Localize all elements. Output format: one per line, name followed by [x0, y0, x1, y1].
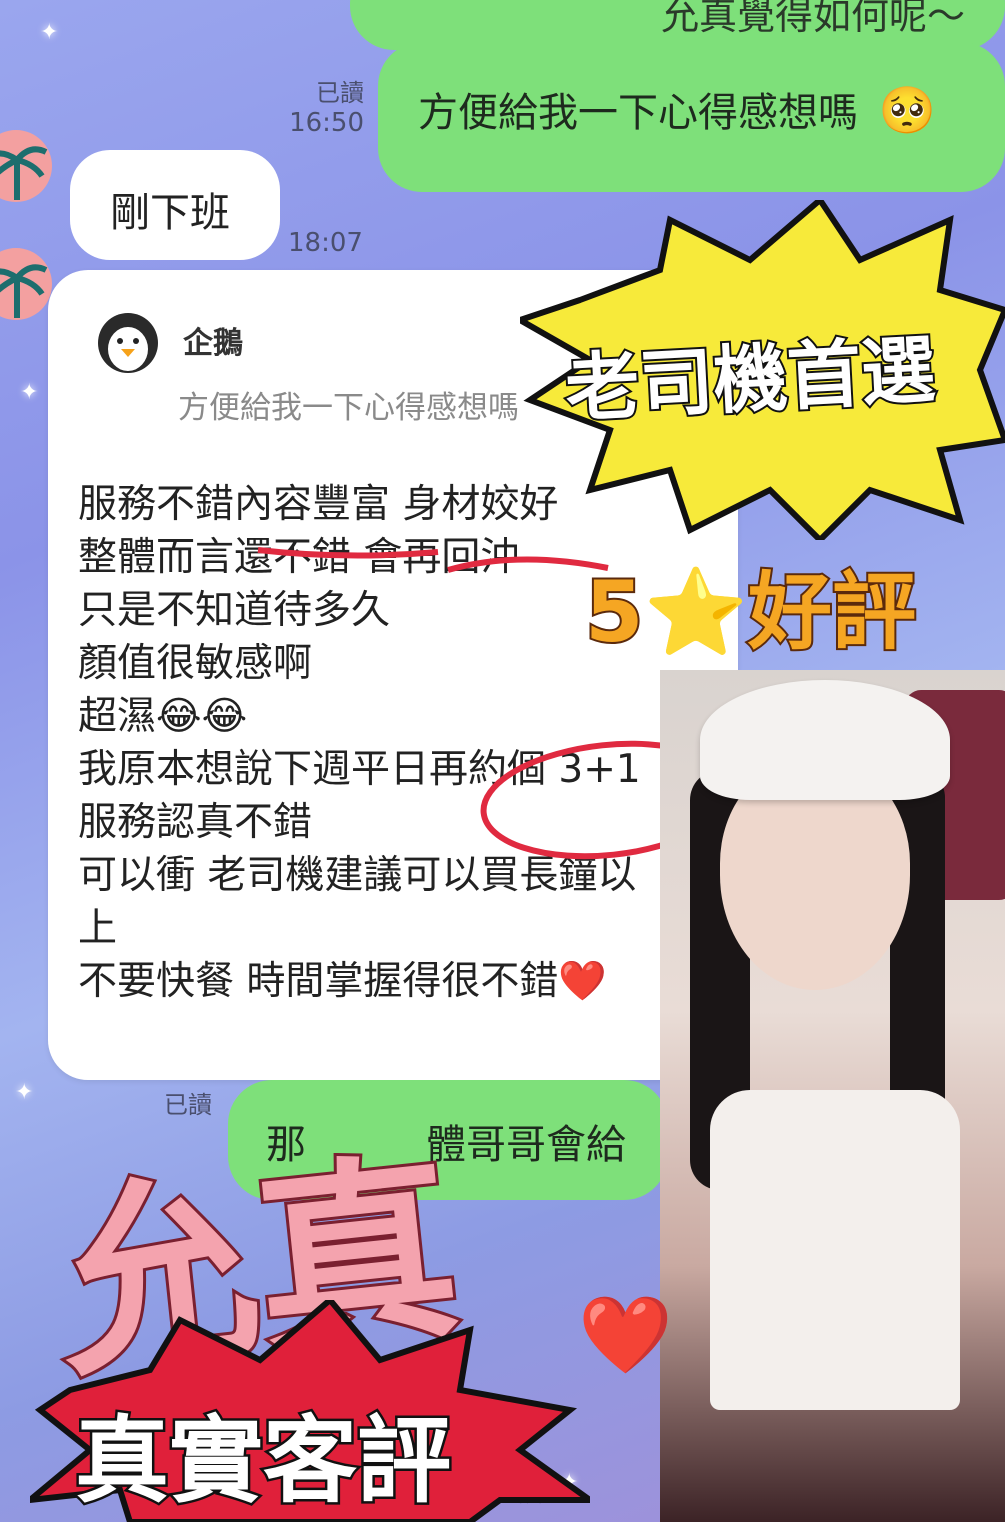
- pleading-face-icon: 🥺: [878, 83, 936, 137]
- heart-icon: ❤️: [578, 1290, 673, 1379]
- palm-tree-icon: [0, 146, 48, 200]
- rating-label: 5⭐好評: [583, 561, 918, 663]
- read-receipt: 已讀 16:50: [289, 79, 364, 138]
- sparkle-icon: ✦: [15, 1080, 34, 1105]
- message-timestamp: 18:07: [288, 228, 363, 258]
- sparkle-icon: ✦: [20, 380, 39, 405]
- underline-mark: [447, 556, 609, 573]
- underline-mark: [257, 547, 439, 559]
- sparkle-icon: ✦: [40, 20, 59, 45]
- contact-avatar[interactable]: [0, 248, 52, 320]
- burst-bottom-label: 真實客評: [72, 1405, 453, 1519]
- burst-top-label: 老司機首選: [561, 325, 939, 434]
- palm-tree-icon: [0, 264, 48, 318]
- white-cap: [700, 680, 950, 800]
- contact-avatar[interactable]: [0, 130, 52, 202]
- chat-bubble-incoming: 剛下班: [70, 150, 280, 260]
- white-top: [710, 1090, 960, 1410]
- profile-photo: [660, 670, 1005, 1522]
- chat-bubble-outgoing: 方便給我一下心得感想嗎 🥺: [378, 42, 1005, 192]
